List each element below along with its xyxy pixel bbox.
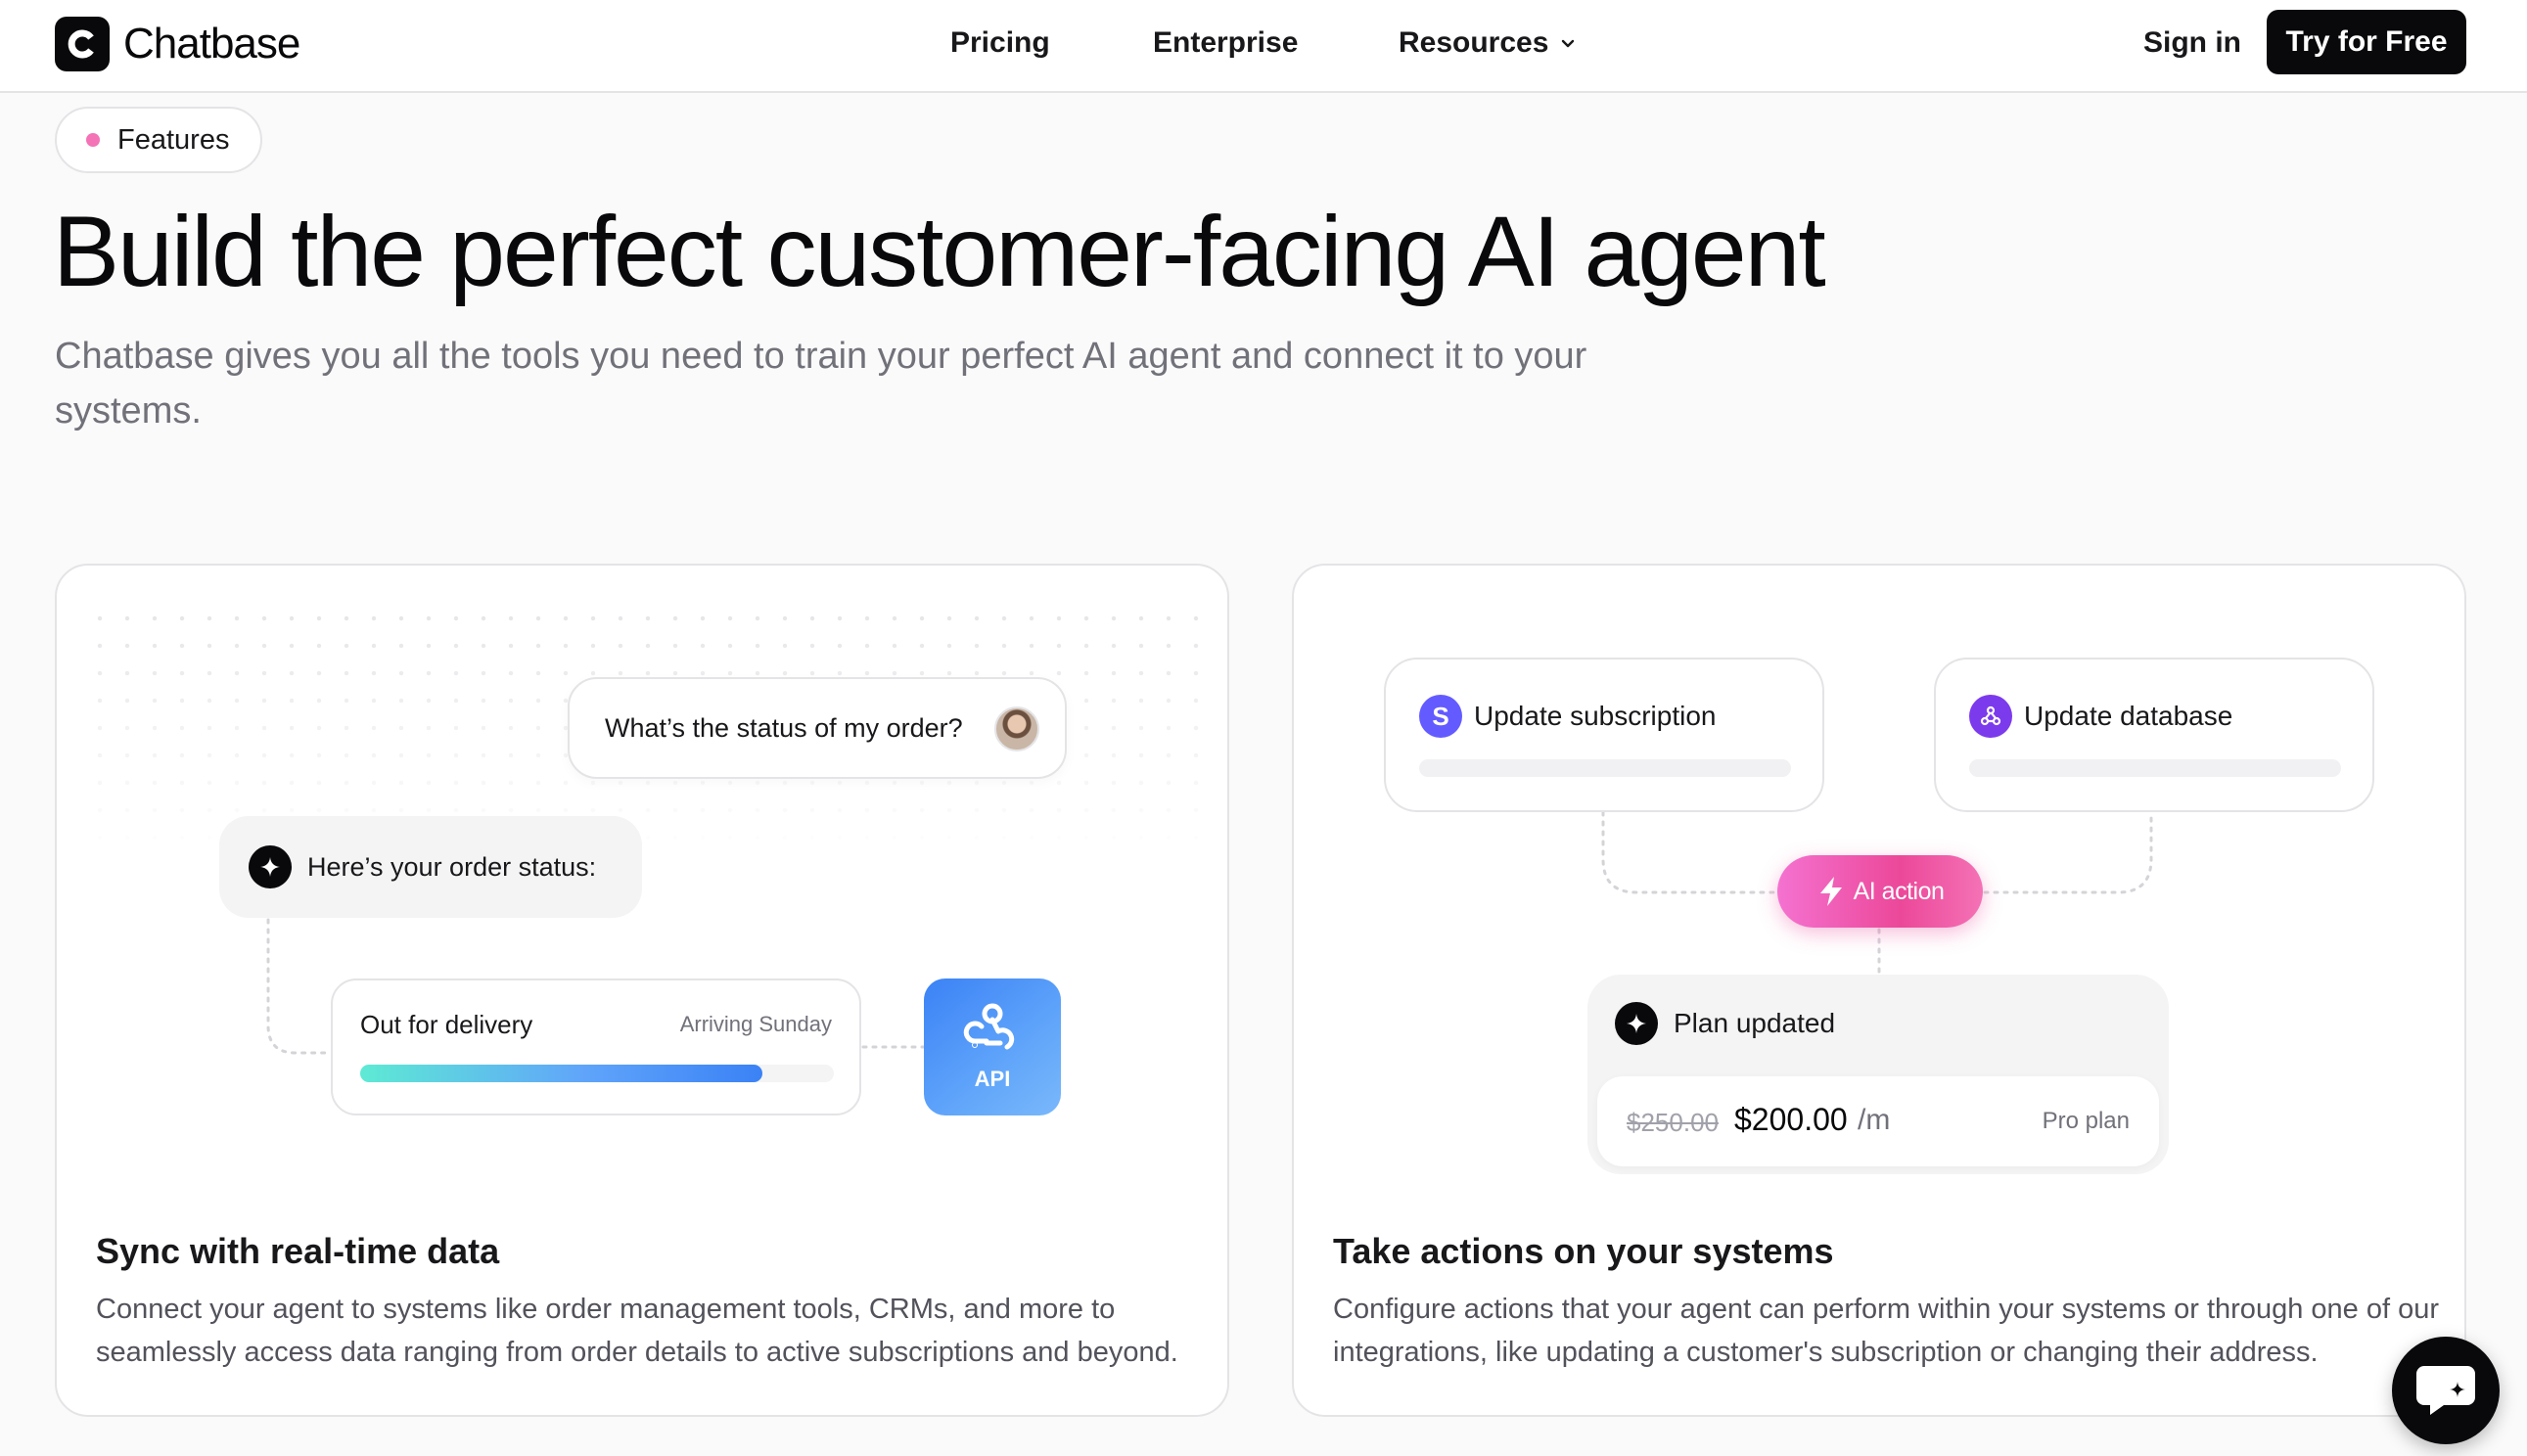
new-price: $200.00 [1734,1102,1848,1137]
plan-status-label: Plan updated [1674,1008,1836,1038]
try-for-free-button[interactable]: Try for Free [2267,10,2466,74]
delivery-label: Out for delivery [360,1010,533,1039]
old-price: $250.00 [1627,1108,1719,1137]
price-row: $250.00 $200.00 /m Pro plan [1597,1076,2159,1166]
ai-action-label: AI action [1853,877,1945,905]
stripe-icon: S [1419,695,1462,738]
sparkle-icon [249,845,292,888]
skeleton-bar [1969,759,2341,777]
page: Chatbase Pricing Enterprise Resources Si… [0,0,2527,1456]
lightning-icon [1819,877,1842,906]
price-period: /m [1858,1104,1891,1136]
nav-pricing[interactable]: Pricing [950,23,1050,63]
top-nav: Chatbase Pricing Enterprise Resources Si… [0,0,2527,93]
chevron-down-icon [1562,39,1575,48]
sign-in-link[interactable]: Sign in [2143,23,2241,63]
update-database-label: Update database [2024,701,2233,731]
webhook-icon [1969,695,2012,738]
update-subscription-card: S Update subscription [1384,658,1824,812]
card-description: Configure actions that your agent can pe… [1333,1294,2439,1368]
hero-title: Build the perfect customer-facing AI age… [53,196,1826,307]
nav-enterprise[interactable]: Enterprise [1153,23,1298,63]
brand-name: Chatbase [123,20,300,68]
card-title: Take actions on your systems [1333,1231,1834,1271]
delivery-progress-fill [360,1065,763,1082]
update-subscription-label: Update subscription [1474,701,1717,731]
user-message-text: What’s the status of my order? [605,712,963,743]
plan-updated-card: Plan updated $250.00 $200.00 /m Pro plan [1587,975,2169,1174]
bot-message-bubble: Here’s your order status: [219,816,642,918]
badge-dot [86,133,100,147]
delivery-progress-track [360,1065,834,1082]
badge-label: Features [117,123,230,156]
feature-card-sync: What’s the status of my order? Here’s yo… [55,564,1229,1417]
card-description: Connect your agent to systems like order… [96,1294,1178,1368]
features-badge: Features [55,107,263,173]
sparkle-icon [1615,1002,1658,1045]
hero-subtitle: Chatbase gives you all the tools you nee… [55,336,1587,432]
ai-action-pill: AI action [1777,855,1983,928]
skeleton-bar [1419,759,1791,777]
delivery-eta: Arriving Sunday [679,1012,832,1036]
nav-resources[interactable]: Resources [1399,23,1576,63]
webhook-icon [963,1003,1015,1050]
update-database-card: Update database [1934,658,2374,812]
delivery-status-card: Out for delivery Arriving Sunday [331,978,861,1115]
chat-bubble-icon [2416,1366,2475,1415]
brand-logo[interactable]: Chatbase [55,17,300,71]
plan-name: Pro plan [2042,1108,2130,1134]
nav-resources-label: Resources [1399,26,1549,59]
api-tile: API [924,978,1061,1115]
chat-launcher-button[interactable] [2392,1337,2500,1444]
bot-message-text: Here’s your order status: [307,851,597,882]
user-avatar [994,706,1039,751]
card-title: Sync with real-time data [96,1231,500,1271]
feature-card-actions: S Update subscription Update database AI… [1292,564,2466,1417]
api-label: API [974,1067,1011,1091]
user-message-bubble: What’s the status of my order? [568,677,1067,779]
chatbase-logo-icon [55,17,110,71]
